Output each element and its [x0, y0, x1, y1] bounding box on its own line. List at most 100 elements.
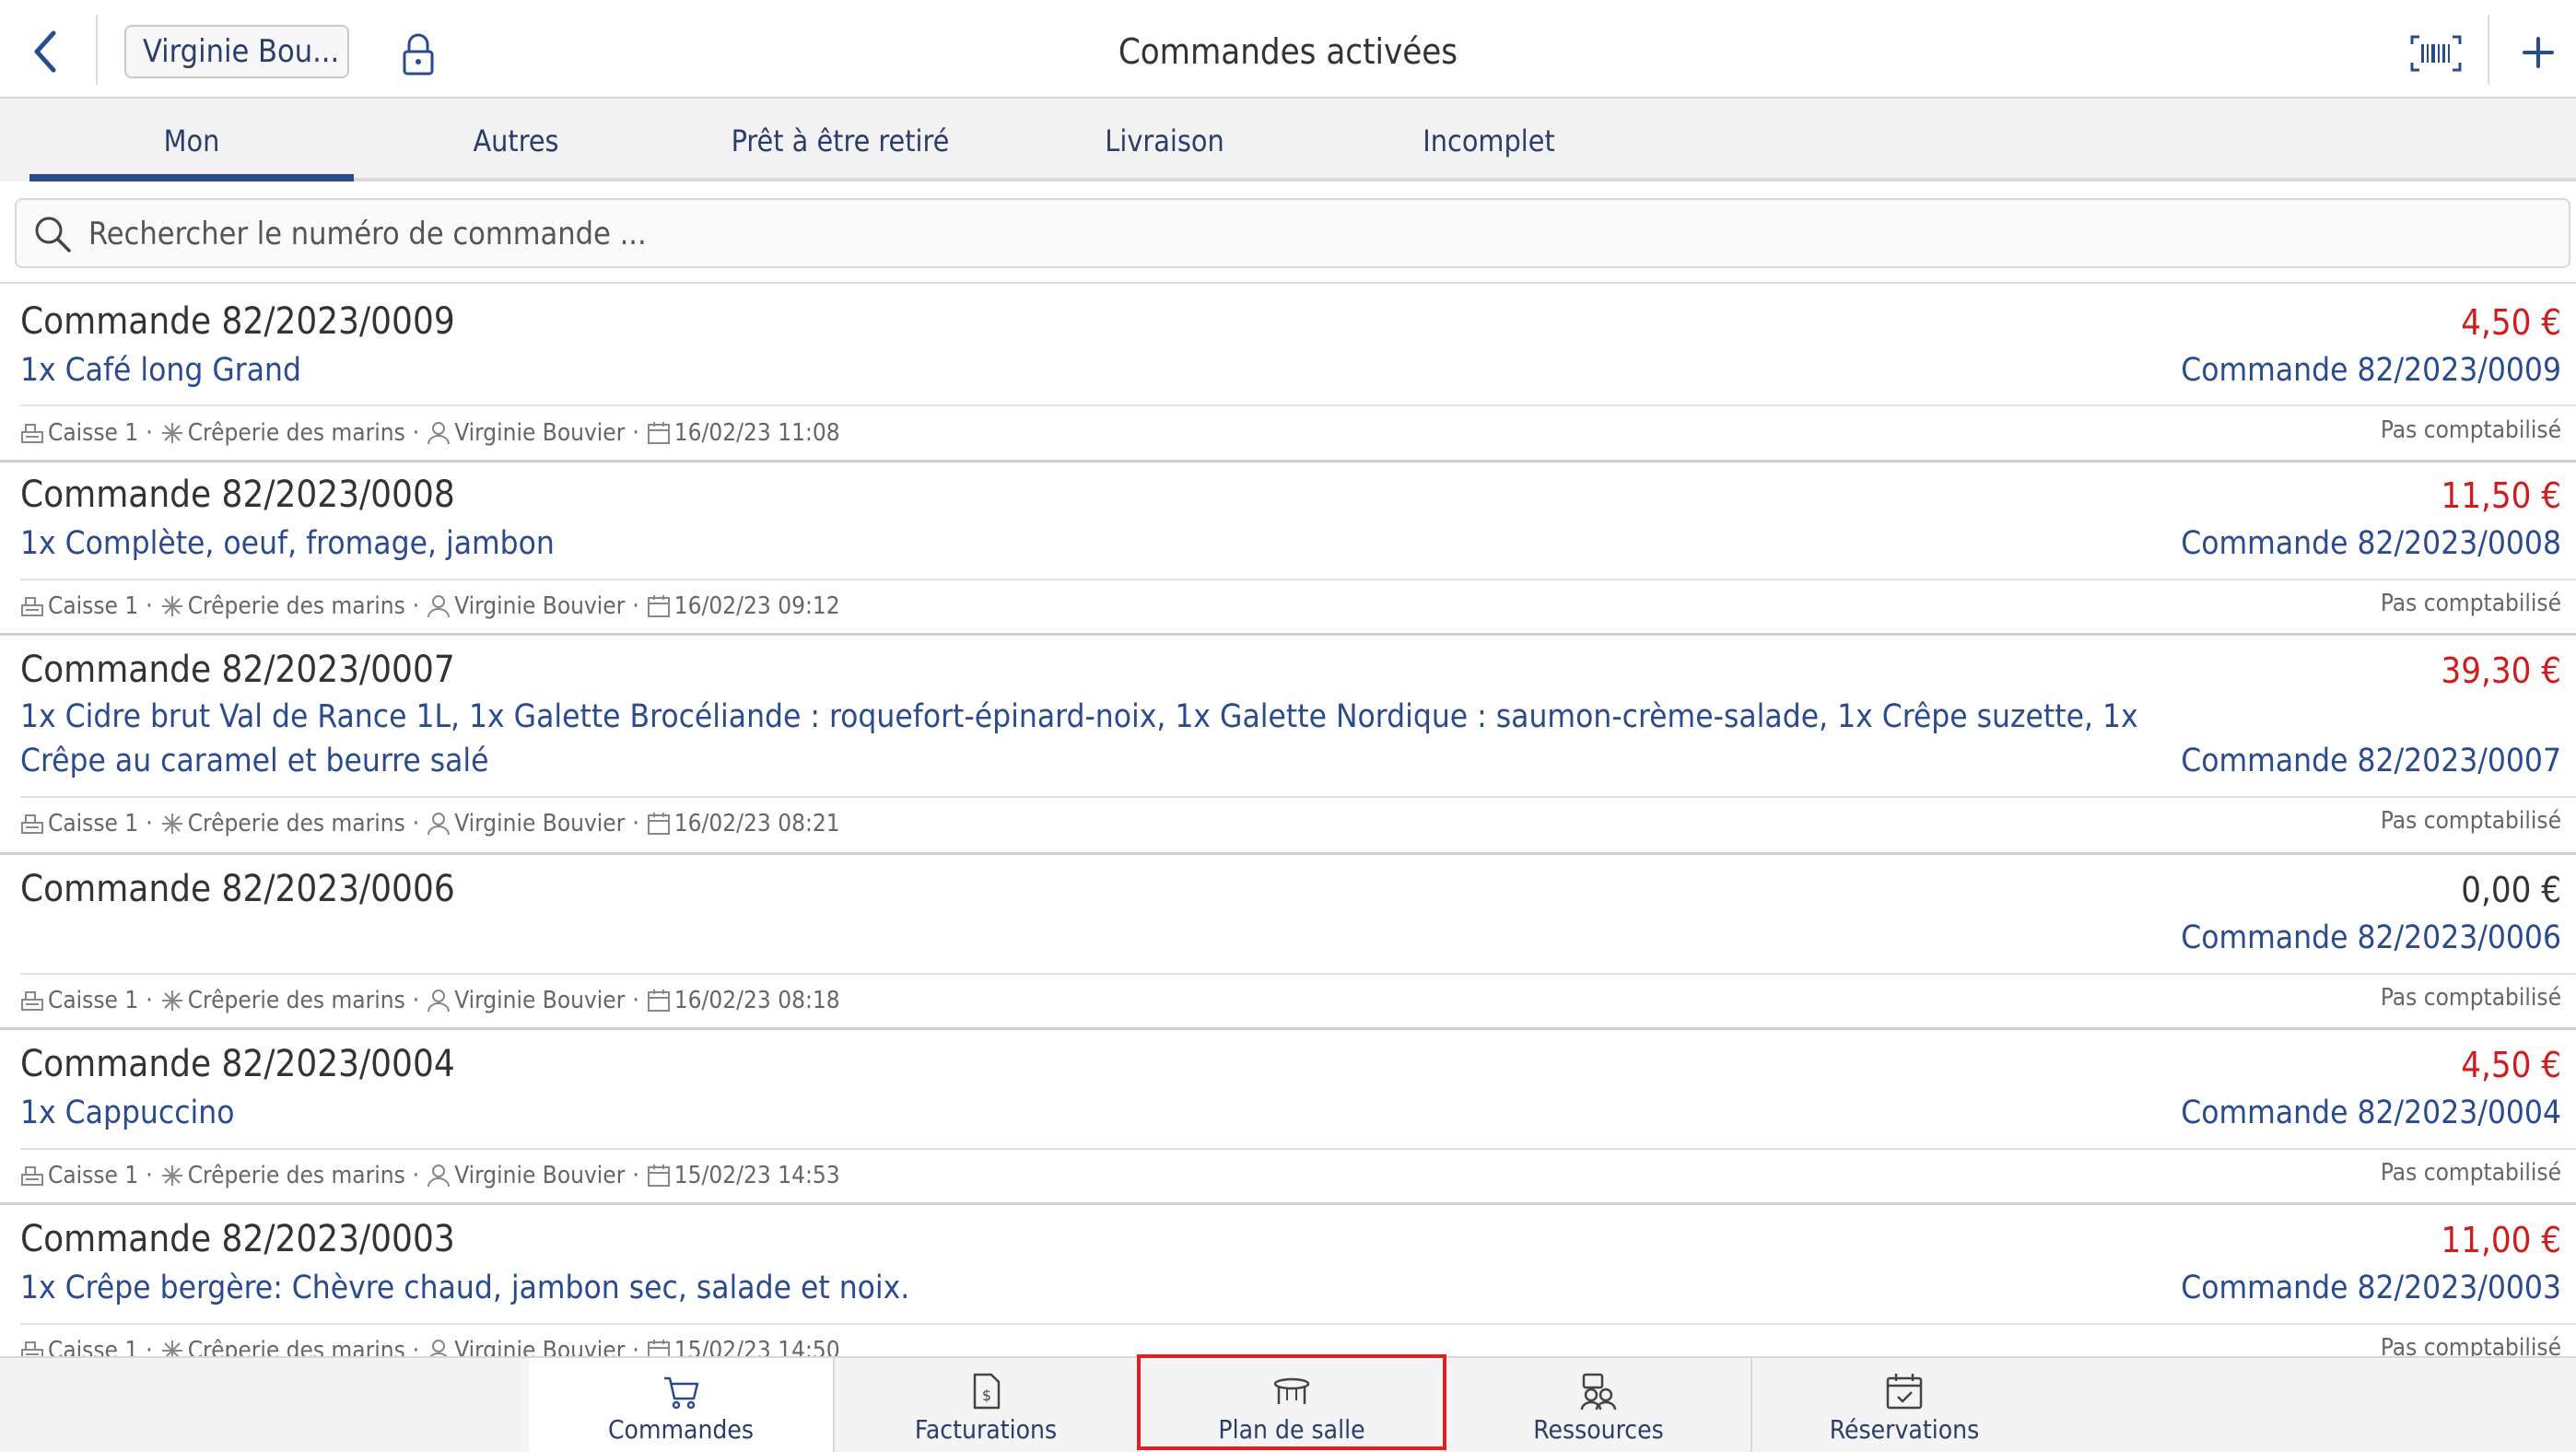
nav-facturations[interactable]: $ Facturations — [835, 1358, 1137, 1452]
order-title: Commande 82/2023/0006 — [20, 868, 455, 910]
order-reference: Commande 82/2023/0009 — [2181, 352, 2561, 389]
order-price: 39,30 € — [2441, 650, 2561, 691]
calendar-icon — [647, 1340, 670, 1356]
meta-user: Virginie Bouvier — [454, 592, 626, 620]
meta-user: Virginie Bouvier — [454, 419, 626, 447]
resources-icon — [1580, 1373, 1617, 1411]
nav-plan-de-salle[interactable]: Plan de salle — [1139, 1358, 1445, 1452]
order-meta: Caisse 1 · Crêperie des marins · Virginie … — [20, 1157, 840, 1194]
order-description: 1x Complète, oeuf, fromage, jambon — [20, 525, 555, 562]
meta-register: Caisse 1 — [48, 810, 139, 837]
order-row[interactable]: Commande 82/2023/0007 39,30 € 1x Cidre b… — [0, 636, 2576, 855]
meta-date: 16/02/23 08:21 — [673, 810, 840, 837]
lock-button[interactable] — [396, 31, 440, 77]
row-divider — [20, 1323, 2576, 1325]
tab-incomplet[interactable]: Incomplet — [1327, 99, 1651, 182]
meta-register: Caisse 1 — [48, 1162, 139, 1189]
search-placeholder: Rechercher le numéro de commande ... — [88, 216, 647, 252]
meta-shop: Crêperie des marins — [187, 1162, 405, 1189]
meta-shop: Crêperie des marins — [187, 419, 405, 447]
register-icon — [21, 1341, 43, 1356]
order-list[interactable]: Commande 82/2023/0009 4,50 € 1x Café lon… — [0, 284, 2576, 1356]
shop-icon — [161, 990, 182, 1011]
order-meta: Caisse 1 · Crêperie des marins · Virginie … — [20, 1332, 840, 1356]
user-icon — [427, 595, 451, 618]
tab-pret-a-etre-retire[interactable]: Prêt à être retiré — [678, 99, 1002, 182]
nav-reservations[interactable]: Réservations — [1752, 1358, 2056, 1452]
user-icon — [427, 813, 451, 836]
nav-label: Commandes — [607, 1414, 755, 1445]
register-icon — [21, 991, 43, 1011]
user-button[interactable]: Virginie Bou... — [124, 25, 349, 78]
nav-commandes[interactable]: Commandes — [529, 1358, 833, 1452]
search-input[interactable]: Rechercher le numéro de commande ... — [15, 198, 2570, 268]
tab-livraison[interactable]: Livraison — [1002, 99, 1327, 182]
row-divider — [20, 796, 2576, 798]
meta-date: 16/02/23 09:12 — [673, 592, 840, 620]
order-row[interactable]: Commande 82/2023/0008 11,50 € 1x Complèt… — [0, 461, 2576, 636]
nav-label: Plan de salle — [1218, 1414, 1365, 1445]
meta-date: 16/02/23 08:18 — [673, 987, 840, 1014]
nav-label: Facturations — [914, 1414, 1058, 1445]
meta-date: 15/02/23 14:50 — [673, 1337, 840, 1356]
order-row[interactable]: Commande 82/2023/0006 0,00 € Commande 82… — [0, 855, 2576, 1030]
order-title: Commande 82/2023/0004 — [20, 1043, 455, 1085]
meta-shop: Crêperie des marins — [187, 592, 405, 620]
lock-icon — [403, 33, 434, 76]
order-meta: Caisse 1 · Crêperie des marins · Virginie … — [20, 805, 840, 842]
meta-register: Caisse 1 — [48, 987, 139, 1014]
meta-register: Caisse 1 — [48, 592, 139, 620]
order-tabs: Mon Autres Prêt à être retiré Livraison … — [0, 99, 2576, 182]
shop-icon — [161, 1341, 182, 1356]
meta-shop: Crêperie des marins — [187, 987, 405, 1014]
order-title: Commande 82/2023/0007 — [20, 649, 455, 691]
nav-ressources[interactable]: Ressources — [1446, 1358, 1751, 1452]
calendar-icon — [647, 422, 670, 444]
tab-autres[interactable]: Autres — [354, 99, 678, 182]
order-reference: Commande 82/2023/0004 — [2181, 1095, 2561, 1131]
meta-user: Virginie Bouvier — [454, 810, 626, 837]
cart-icon — [664, 1376, 699, 1410]
barcode-icon — [2410, 35, 2462, 72]
bottom-navigation: Commandes $ Facturations Plan de salle R… — [0, 1356, 2576, 1452]
register-icon — [21, 814, 43, 834]
meta-shop: Crêperie des marins — [187, 1337, 405, 1356]
row-divider — [20, 1148, 2576, 1150]
meta-date: 15/02/23 14:53 — [673, 1162, 840, 1189]
table-icon — [1273, 1377, 1310, 1404]
meta-user: Virginie Bouvier — [454, 1162, 626, 1189]
meta-register: Caisse 1 — [48, 1337, 139, 1356]
row-divider — [20, 579, 2576, 580]
meta-user: Virginie Bouvier — [454, 1337, 626, 1356]
nav-label: Ressources — [1533, 1414, 1664, 1445]
row-divider — [20, 404, 2576, 406]
order-title: Commande 82/2023/0008 — [20, 474, 455, 516]
order-row[interactable]: Commande 82/2023/0009 4,50 € 1x Café lon… — [0, 284, 2576, 463]
user-icon — [427, 989, 451, 1013]
calendar-icon — [647, 989, 670, 1012]
order-reference: Commande 82/2023/0008 — [2181, 525, 2561, 562]
shop-icon — [161, 423, 182, 443]
meta-shop: Crêperie des marins — [187, 810, 405, 837]
order-row[interactable]: Commande 82/2023/0004 4,50 € 1x Cappucci… — [0, 1030, 2576, 1205]
order-title: Commande 82/2023/0003 — [20, 1218, 455, 1260]
register-icon — [21, 597, 43, 616]
header-divider — [96, 15, 98, 85]
add-order-button[interactable] — [2515, 29, 2561, 76]
order-status: Pas comptabilisé — [2380, 1159, 2561, 1187]
back-button[interactable] — [26, 26, 70, 77]
barcode-scan-button[interactable] — [2410, 35, 2462, 72]
calendar-check-icon — [1886, 1374, 1923, 1410]
meta-register: Caisse 1 — [48, 419, 139, 447]
order-status: Pas comptabilisé — [2380, 807, 2561, 835]
order-description: 1x Cappuccino — [20, 1095, 235, 1131]
user-icon — [429, 1340, 448, 1356]
order-price: 11,50 € — [2441, 475, 2561, 516]
calendar-icon — [647, 1165, 670, 1187]
order-status: Pas comptabilisé — [2380, 984, 2561, 1012]
order-status: Pas comptabilisé — [2380, 590, 2561, 617]
meta-user: Virginie Bouvier — [454, 987, 626, 1014]
chevron-left-icon — [34, 30, 56, 73]
order-row[interactable]: Commande 82/2023/0003 11,00 € 1x Crêpe b… — [0, 1205, 2576, 1356]
tab-mon[interactable]: Mon — [29, 99, 354, 182]
